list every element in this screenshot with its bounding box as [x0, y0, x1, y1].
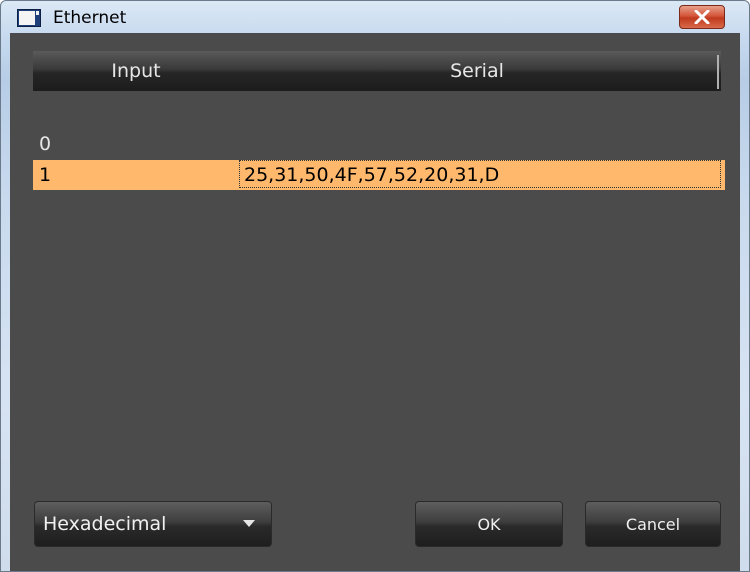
- window-app-icon: [17, 9, 41, 27]
- cancel-button-label: Cancel: [625, 515, 681, 534]
- format-dropdown-label: Hexadecimal: [43, 513, 167, 535]
- table-row-selected[interactable]: 1 25,31,50,4F,57,52,20,31,D: [33, 160, 725, 190]
- chevron-down-icon: [243, 520, 255, 527]
- cell-input: 0: [39, 133, 52, 155]
- ethernet-dialog: Ethernet Input Serial 0 1 25,31,50,4F,57…: [0, 0, 750, 572]
- window-title: Ethernet: [53, 8, 127, 28]
- format-dropdown[interactable]: Hexadecimal: [34, 501, 272, 547]
- ok-button[interactable]: OK: [415, 501, 563, 547]
- dialog-body: Input Serial 0 1 25,31,50,4F,57,52,20,31…: [10, 33, 740, 571]
- column-header-serial[interactable]: Serial: [239, 51, 715, 91]
- title-bar: Ethernet: [1, 1, 749, 33]
- cancel-button[interactable]: Cancel: [585, 501, 721, 547]
- ok-button-label: OK: [477, 515, 501, 534]
- close-icon: [694, 10, 710, 24]
- column-divider[interactable]: [717, 55, 719, 89]
- close-button[interactable]: [679, 5, 725, 29]
- cell-serial[interactable]: 25,31,50,4F,57,52,20,31,D: [239, 160, 721, 188]
- column-header-input[interactable]: Input: [33, 51, 239, 91]
- cell-input: 1: [39, 164, 52, 186]
- cell-serial[interactable]: [239, 129, 721, 157]
- table-header: Input Serial: [33, 51, 721, 91]
- table-row[interactable]: 0: [33, 129, 725, 159]
